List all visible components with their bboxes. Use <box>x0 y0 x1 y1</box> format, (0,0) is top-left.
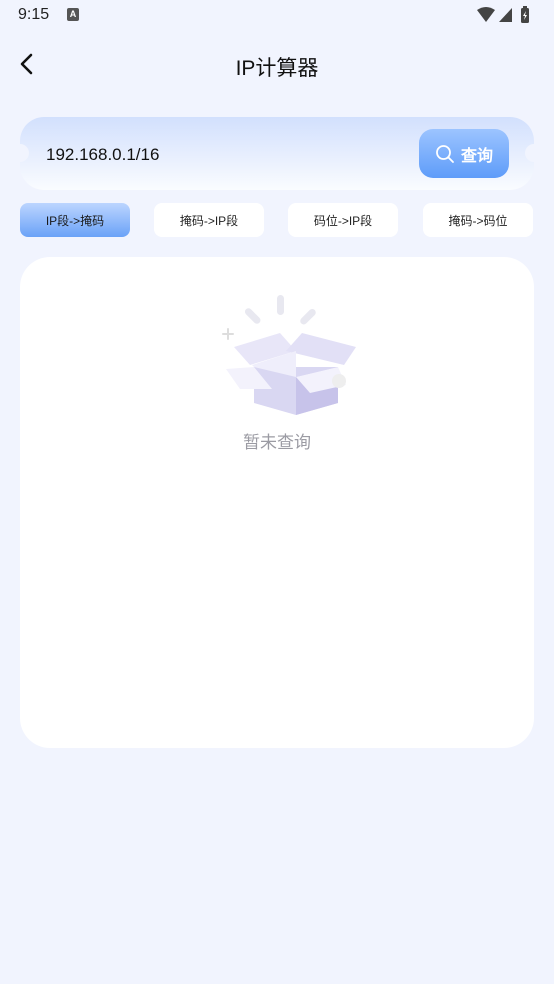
search-bar: 查询 <box>11 117 543 190</box>
notification-a-icon: A <box>67 8 79 21</box>
status-time: 9:15 <box>18 6 50 23</box>
cellular-signal-icon <box>499 8 512 22</box>
ip-input[interactable] <box>44 139 408 171</box>
tab-mask-to-ip[interactable]: 掩码->IP段 <box>154 203 264 237</box>
query-button[interactable]: 查询 <box>419 129 509 178</box>
status-icons <box>476 5 536 30</box>
tab-bits-to-ip[interactable]: 码位->IP段 <box>288 203 398 237</box>
header: IP计算器 <box>0 40 554 90</box>
page-title: IP计算器 <box>235 57 319 80</box>
result-card: 暂未查询 <box>20 257 534 748</box>
tab-ip-to-mask[interactable]: IP段->掩码 <box>20 203 130 237</box>
empty-box-icon <box>222 295 356 415</box>
search-icon <box>436 144 454 163</box>
query-button-label: 查询 <box>460 147 493 165</box>
status-bar: 9:15 A <box>0 0 554 32</box>
empty-state-text: 暂未查询 <box>243 433 311 452</box>
mode-tabs: IP段->掩码 掩码->IP段 码位->IP段 掩码->码位 <box>20 203 534 237</box>
search-bar-notch-right <box>525 144 543 162</box>
battery-icon <box>521 6 529 23</box>
search-bar-notch-left <box>11 144 29 162</box>
tab-mask-to-bits[interactable]: 掩码->码位 <box>423 203 533 237</box>
wifi-icon <box>477 7 495 22</box>
